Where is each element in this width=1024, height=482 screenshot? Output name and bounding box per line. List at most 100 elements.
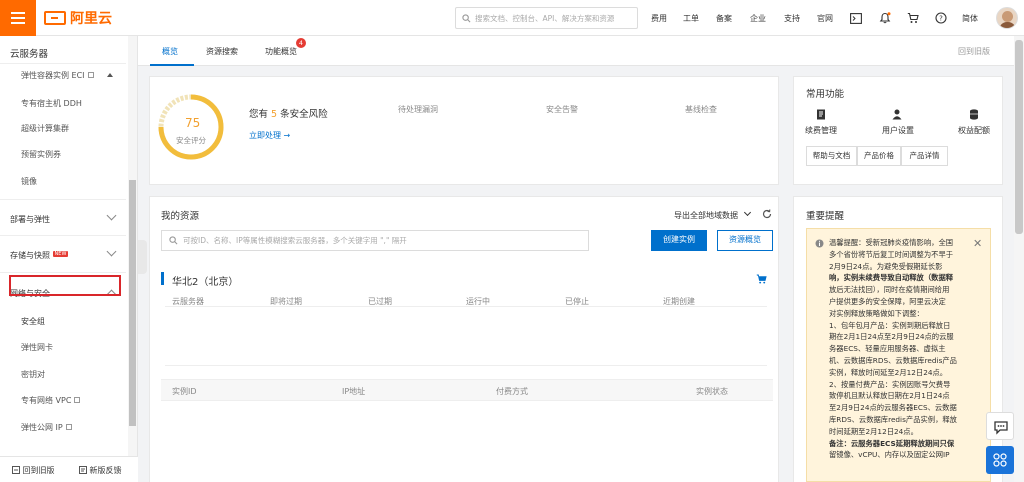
terminal-icon[interactable]: [849, 11, 863, 25]
nav-link-website[interactable]: 官网: [817, 13, 833, 24]
nav-link-icp[interactable]: 备案: [716, 13, 732, 24]
sidebar-item-label: 专有网络 VPC: [21, 396, 72, 405]
cart-icon[interactable]: [756, 274, 767, 284]
product-details-chip[interactable]: 产品详情: [901, 146, 948, 166]
notice-line: 务器ECS、轻量应用服务器、虚拟主: [829, 344, 946, 354]
new-badge: NEW: [52, 251, 69, 257]
risk-suffix: 条安全风险: [280, 109, 328, 120]
resource-search-placeholder: 可按ID、名称、IP等属性模糊搜索云服务器，多个关键字用 "," 隔开: [183, 236, 407, 245]
avatar[interactable]: [996, 7, 1018, 29]
page-scrollbar-thumb[interactable]: [1015, 40, 1023, 234]
security-score-value: 75: [185, 116, 201, 130]
export-region-data-dropdown[interactable]: 导出全部地域数据: [674, 208, 752, 221]
sidebar-item-keypair[interactable]: 密钥对: [21, 369, 45, 380]
scroll-up-icon[interactable]: [107, 73, 113, 77]
nav-link-billing[interactable]: 费用: [651, 13, 667, 24]
sidebar-item-super-computing[interactable]: 超级计算集群: [21, 123, 69, 134]
arrow-right-icon: →: [283, 131, 291, 140]
instance-table-header: [161, 379, 773, 401]
sidebar-title: 云服务器: [10, 49, 49, 60]
sidebar-item-label: 弹性公网 IP: [21, 423, 63, 432]
sidebar-item-reserved-instances[interactable]: 预留实例券: [21, 149, 61, 160]
sidebar-item-eci[interactable]: 弹性容器实例 ECI: [21, 70, 94, 81]
sidebar-group-label: 存储与快照: [10, 251, 50, 260]
refresh-icon[interactable]: [762, 209, 772, 219]
handle-now-link[interactable]: 立即处理 →: [249, 130, 290, 141]
resource-overview-button[interactable]: 资源概览: [717, 230, 773, 251]
column-billing: 付费方式: [496, 387, 528, 396]
column-status: 实例状态: [696, 387, 728, 396]
search-icon: [169, 236, 178, 245]
help-docs-chip[interactable]: 帮助与文档: [806, 146, 857, 166]
apps-icon[interactable]: [986, 446, 1014, 474]
cart-icon[interactable]: [906, 11, 920, 25]
external-link-icon: [65, 424, 72, 430]
nav-link-support[interactable]: 支持: [784, 13, 800, 24]
sidebar-item-ddh[interactable]: 专有宿主机 DDH: [21, 98, 82, 109]
sidebar-collapse-handle[interactable]: [138, 240, 147, 274]
sidebar-item-eni[interactable]: 弹性网卡: [21, 342, 53, 353]
risk-prefix: 您有: [249, 109, 269, 120]
my-resources-title: 我的资源: [161, 211, 200, 222]
important-notice-title: 重要提醒: [806, 211, 845, 222]
sidebar-item-eip[interactable]: 弹性公网 IP: [21, 422, 72, 433]
security-risk-summary: 您有 5 条安全风险: [249, 106, 328, 120]
back-old-version-link[interactable]: 回到旧版: [958, 46, 990, 57]
notice-line: 实例，释放时间延至2月12日24点。: [829, 367, 948, 377]
notice-line: 机、云数据库RDS、云数据库redis产品: [829, 355, 957, 365]
feedback-button[interactable]: 新版反馈: [79, 465, 122, 476]
sidebar-item-images[interactable]: 镜像: [21, 176, 37, 187]
svg-text:?: ?: [939, 15, 943, 23]
common-functions-title: 常用功能: [806, 89, 845, 100]
create-instance-button[interactable]: 创建实例: [651, 230, 707, 251]
tab-resource-search[interactable]: 资源搜索: [206, 46, 238, 57]
product-pricing-chip[interactable]: 产品价格: [857, 146, 901, 166]
tab-feature-overview[interactable]: 功能概览: [265, 46, 297, 57]
sidebar-item-label: 弹性容器实例 ECI: [21, 71, 85, 80]
notice-line: 1、包年包月产品：实例到期后释放日: [829, 320, 951, 330]
baseline-check-label[interactable]: 基线检查: [685, 104, 717, 115]
notice-line: 放后无法找回），同时在疫情期间给用: [829, 285, 950, 295]
chevron-down-icon[interactable]: [106, 246, 117, 257]
external-link-icon: [74, 397, 81, 403]
chat-icon[interactable]: [986, 412, 1014, 440]
region-title: 华北2（北京）: [172, 277, 239, 288]
feedback-icon: [79, 466, 87, 474]
column-ip: IP地址: [342, 387, 366, 396]
close-icon[interactable]: ✕: [973, 237, 982, 250]
user-settings-link[interactable]: 用户设置: [882, 125, 914, 136]
renewal-management-link[interactable]: 续费管理: [805, 125, 837, 136]
notice-text: 温馨提醒：受新冠肺炎疫情影响，全国 多个省份将节后复工时间调整为不早于 2月9日…: [829, 237, 969, 461]
notice-line: 备注：云服务器ECS延期释放期间只保: [829, 438, 955, 448]
top-links: 费用 工单 备案 企业 支持 官网 简体: [0, 0, 1024, 36]
sidebar-scrollbar-thumb[interactable]: [129, 180, 136, 426]
notice-line: 至2月9日24点的云服务器ECS、云数据: [829, 403, 957, 413]
pending-vulnerabilities-label[interactable]: 待处理漏洞: [398, 104, 438, 115]
help-icon[interactable]: ?: [934, 11, 948, 25]
sidebar-footer: 回到旧版 新版反馈: [0, 456, 138, 482]
security-alerts-label[interactable]: 安全告警: [546, 104, 578, 115]
sidebar-item-vpc[interactable]: 专有网络 VPC: [21, 395, 81, 406]
risk-count: 5: [271, 109, 278, 120]
export-label: 导出全部地域数据: [674, 211, 738, 220]
back-to-old-version-button[interactable]: 回到旧版: [12, 465, 55, 476]
notice-line: 期在2月1日24点至2月9日24点的云服: [829, 332, 954, 342]
renewal-icon[interactable]: [816, 109, 826, 120]
sidebar-group-deploy[interactable]: 部署与弹性: [10, 214, 50, 225]
chevron-down-icon[interactable]: [106, 210, 117, 221]
footer-back-label: 回到旧版: [22, 466, 55, 475]
sidebar-group-storage[interactable]: 存储与快照 NEW: [10, 250, 69, 261]
notice-line: 温馨提醒：受新冠肺炎疫情影响，全国: [829, 238, 954, 247]
nav-link-enterprise[interactable]: 企业: [750, 13, 766, 24]
notice-line: 库RDS、云数据库redis产品实例，释放: [829, 414, 957, 424]
resource-search-input[interactable]: 可按ID、名称、IP等属性模糊搜索云服务器，多个关键字用 "," 隔开: [161, 230, 589, 251]
sidebar-item-security-group[interactable]: 安全组: [21, 316, 45, 327]
quota-icon[interactable]: [969, 109, 979, 120]
notice-line: 2月9日24点。为避免受假期延长影: [829, 261, 943, 271]
user-settings-icon[interactable]: [892, 109, 902, 120]
bell-icon[interactable]: [878, 11, 892, 25]
nav-link-tickets[interactable]: 工单: [683, 13, 699, 24]
language-switch[interactable]: 简体: [962, 13, 978, 24]
quota-link[interactable]: 权益配额: [958, 125, 990, 136]
tab-overview[interactable]: 概览: [162, 46, 178, 57]
